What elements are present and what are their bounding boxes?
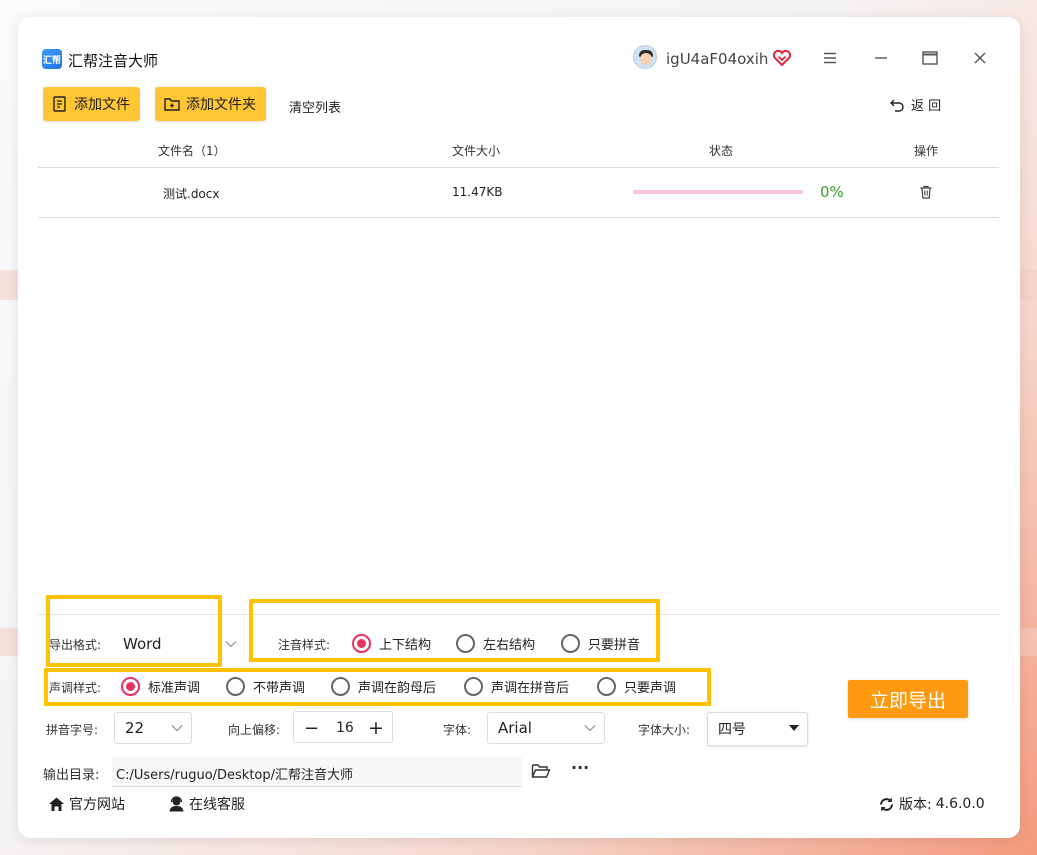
radio-circle bbox=[226, 677, 245, 696]
add-folder-icon bbox=[164, 98, 180, 111]
offset-label: 向上偏移: bbox=[228, 723, 281, 737]
back-label: 返 回 bbox=[911, 99, 942, 114]
output-dir-label: 输出目录: bbox=[43, 768, 100, 783]
column-actions: 操作 bbox=[914, 144, 939, 158]
file-list-area bbox=[38, 218, 999, 615]
app-title: 汇帮注音大师 bbox=[68, 52, 159, 70]
export-format-select[interactable]: Word bbox=[112, 626, 246, 662]
close-icon[interactable] bbox=[969, 47, 991, 69]
radio-circle bbox=[597, 677, 616, 696]
username[interactable]: igU4aF04oxih bbox=[666, 50, 768, 68]
column-filesize: 文件大小 bbox=[452, 144, 501, 158]
add-file-label: 添加文件 bbox=[74, 97, 130, 113]
radio-label: 标准声调 bbox=[148, 681, 201, 696]
radio-label: 只要拼音 bbox=[588, 638, 641, 653]
toolbar: 添加文件 添加文件夹 清空列表 返 回 bbox=[18, 85, 1020, 125]
radio-label: 声调在拼音后 bbox=[491, 681, 570, 696]
home-icon bbox=[49, 797, 64, 811]
tone-style-label: 声调样式: bbox=[49, 681, 102, 695]
plus-icon[interactable]: + bbox=[368, 717, 384, 739]
radio-annotation-left-right[interactable]: 左右结构 bbox=[456, 634, 535, 653]
support-label: 在线客服 bbox=[189, 797, 245, 813]
column-filename: 文件名（1） bbox=[158, 144, 226, 158]
radio-label: 上下结构 bbox=[379, 638, 432, 653]
radio-tone-none[interactable]: 不带声调 bbox=[226, 677, 305, 696]
support-link[interactable]: 在线客服 bbox=[168, 794, 245, 814]
annotation-style-label: 注音样式: bbox=[278, 638, 331, 652]
back-button[interactable]: 返 回 bbox=[889, 95, 941, 114]
vip-heart-icon[interactable] bbox=[772, 48, 792, 68]
chevron-down-icon bbox=[171, 725, 183, 732]
font-size-select[interactable]: 四号 bbox=[707, 712, 808, 746]
footer: 官方网站 在线客服 版本: 4.6.0.0 bbox=[18, 792, 1020, 822]
refresh-icon[interactable] bbox=[878, 796, 895, 813]
version-value: 4.6.0.0 bbox=[935, 796, 985, 812]
radio-tone-after-pinyin[interactable]: 声调在拼音后 bbox=[464, 677, 569, 696]
app-window: 汇帮 汇帮注音大师 igU4aF04oxih 添加文件 添加文件夹 清空列表 返… bbox=[18, 17, 1020, 838]
font-value: Arial bbox=[498, 719, 532, 737]
delete-icon[interactable] bbox=[918, 184, 934, 200]
add-folder-button[interactable]: 添加文件夹 bbox=[155, 87, 266, 121]
file-table-header: 文件名（1） 文件大小 状态 操作 bbox=[38, 134, 999, 168]
font-select[interactable]: Arial bbox=[487, 712, 605, 744]
radio-circle bbox=[464, 677, 483, 696]
radio-tone-standard[interactable]: 标准声调 bbox=[121, 677, 200, 696]
radio-circle bbox=[456, 634, 475, 653]
output-dir-input[interactable]: C:/Users/ruguo/Desktop/汇帮注音大师 bbox=[112, 757, 522, 787]
back-arrow-icon bbox=[890, 99, 904, 112]
maximize-icon[interactable] bbox=[919, 47, 941, 69]
more-options-icon[interactable]: ··· bbox=[571, 758, 589, 777]
progress-percent: 0% bbox=[820, 183, 844, 201]
folder-open-icon[interactable] bbox=[531, 762, 551, 779]
pinyin-size-value: 22 bbox=[125, 719, 145, 737]
export-format-value: Word bbox=[123, 635, 162, 653]
radio-label: 不带声调 bbox=[253, 681, 306, 696]
website-label: 官方网站 bbox=[69, 797, 125, 813]
font-size-label: 字体大小: bbox=[638, 723, 691, 737]
radio-circle bbox=[561, 634, 580, 653]
pinyin-size-select[interactable]: 22 bbox=[114, 712, 192, 744]
add-file-button[interactable]: 添加文件 bbox=[43, 87, 140, 121]
column-status: 状态 bbox=[709, 144, 734, 158]
export-format-label: 导出格式: bbox=[49, 638, 102, 652]
website-link[interactable]: 官方网站 bbox=[48, 794, 125, 814]
pinyin-size-label: 拼音字号: bbox=[46, 723, 99, 737]
menu-icon[interactable] bbox=[819, 47, 841, 69]
chevron-down-icon bbox=[584, 725, 596, 732]
radio-tone-only[interactable]: 只要声调 bbox=[597, 677, 676, 696]
radio-tone-after-final[interactable]: 声调在韵母后 bbox=[331, 677, 436, 696]
caret-down-icon bbox=[789, 725, 799, 731]
app-logo-icon: 汇帮 bbox=[42, 49, 62, 69]
user-avatar[interactable] bbox=[633, 45, 657, 69]
export-now-button[interactable]: 立即导出 bbox=[848, 680, 968, 718]
title-bar: 汇帮 汇帮注音大师 igU4aF04oxih bbox=[18, 17, 1020, 77]
font-label: 字体: bbox=[443, 723, 472, 737]
radio-circle bbox=[352, 634, 371, 653]
radio-annotation-top-bottom[interactable]: 上下结构 bbox=[352, 634, 431, 653]
file-name: 测试.docx bbox=[163, 187, 220, 201]
minus-icon[interactable]: − bbox=[304, 718, 319, 739]
font-size-value: 四号 bbox=[718, 722, 746, 738]
table-row[interactable]: 测试.docx 11.47KB 0% bbox=[38, 168, 999, 218]
radio-label: 只要声调 bbox=[624, 681, 677, 696]
radio-label: 声调在韵母后 bbox=[358, 681, 437, 696]
customer-service-icon bbox=[169, 796, 184, 812]
file-size: 11.47KB bbox=[452, 185, 503, 199]
progress-bar bbox=[633, 190, 803, 194]
radio-circle bbox=[331, 677, 350, 696]
add-folder-label: 添加文件夹 bbox=[186, 97, 256, 113]
clear-list-button[interactable]: 清空列表 bbox=[289, 97, 341, 116]
radio-circle bbox=[121, 677, 140, 696]
offset-stepper[interactable]: − 16 + bbox=[293, 711, 393, 743]
radio-annotation-pinyin-only[interactable]: 只要拼音 bbox=[561, 634, 640, 653]
add-file-icon bbox=[53, 96, 66, 112]
radio-label: 左右结构 bbox=[483, 638, 536, 653]
minimize-icon[interactable] bbox=[870, 47, 892, 69]
chevron-down-icon bbox=[225, 641, 237, 648]
version-info: 版本: 4.6.0.0 bbox=[878, 794, 985, 814]
offset-value: 16 bbox=[336, 720, 354, 736]
version-label: 版本: bbox=[899, 797, 932, 813]
